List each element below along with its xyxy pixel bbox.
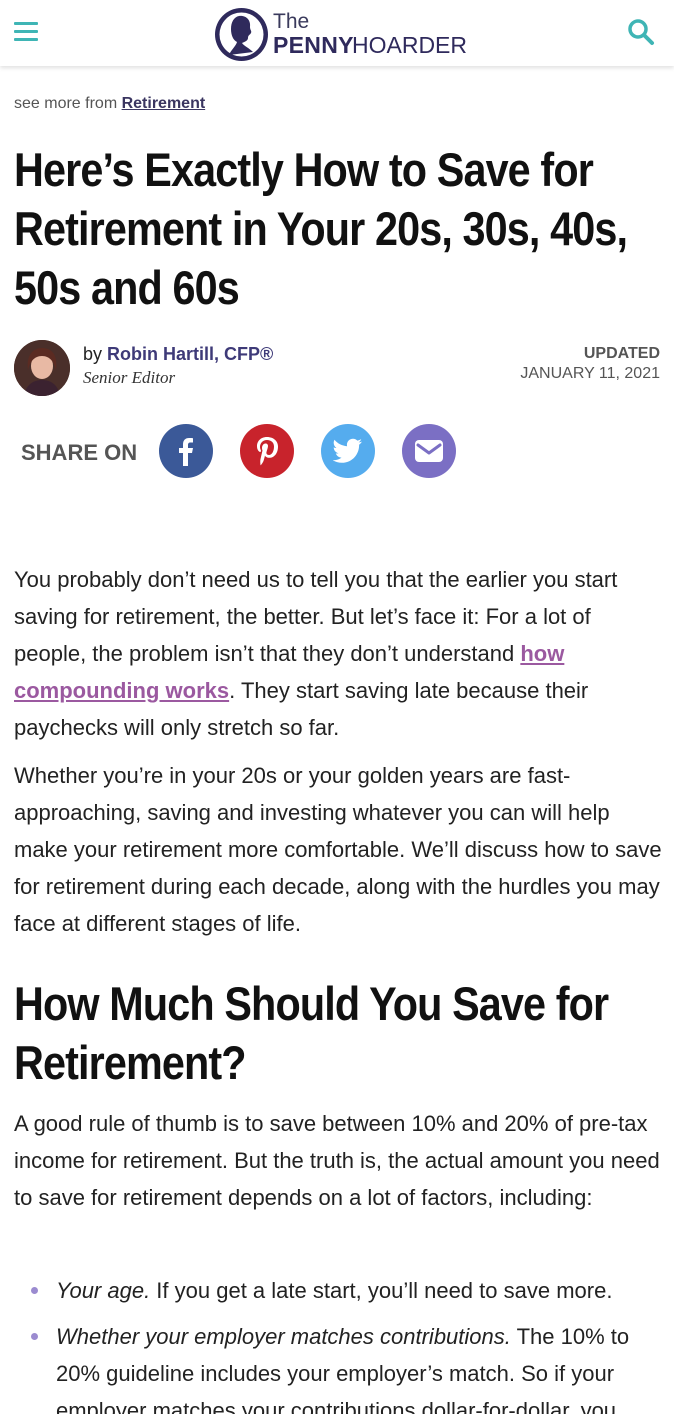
paragraph-rule-of-thumb: A good rule of thumb is to save between … — [14, 1111, 660, 1210]
facebook-share-button[interactable] — [159, 424, 213, 478]
author-block: by Robin Hartill, CFP® Senior Editor UPD… — [14, 340, 660, 398]
logo-text-the: The — [273, 10, 310, 33]
list-item-lead: Your age. — [56, 1278, 151, 1303]
paragraph-intro: You probably don’t need us to tell you t… — [14, 561, 664, 746]
hamburger-menu-icon[interactable] — [14, 22, 38, 42]
twitter-share-button[interactable] — [321, 424, 375, 478]
list-item: Whether your employer matches contributi… — [14, 1318, 654, 1414]
section-heading: How Much Should You Save for Retirement? — [14, 977, 609, 1089]
site-logo[interactable]: The PENNY HOARDER — [215, 6, 468, 62]
email-icon — [415, 440, 443, 462]
search-icon[interactable] — [626, 17, 656, 47]
share-label: SHARE ON — [21, 440, 138, 465]
email-share-button[interactable] — [402, 424, 456, 478]
breadcrumb-prefix: see more from — [14, 95, 118, 112]
logo-silhouette-icon — [215, 8, 268, 61]
twitter-icon — [333, 438, 362, 463]
list-item: Your age. If you get a late start, you’l… — [14, 1272, 654, 1309]
share-bar: SHARE ON — [21, 424, 481, 480]
breadcrumb: see more from Retirement — [14, 95, 205, 113]
updated-date: JANUARY 11, 2021 — [520, 365, 660, 382]
updated-info: UPDATED JANUARY 11, 2021 — [520, 345, 660, 383]
author-byline: by Robin Hartill, CFP® — [83, 344, 273, 365]
list-item-lead: Whether your employer matches contributi… — [56, 1324, 511, 1349]
logo-text-hoarder: HOARDER — [352, 32, 468, 58]
updated-label: UPDATED — [583, 345, 660, 362]
pinterest-icon — [257, 437, 278, 466]
article-title: Here’s Exactly How to Save for Retiremen… — [14, 143, 628, 314]
pinterest-share-button[interactable] — [240, 424, 294, 478]
facebook-icon — [179, 438, 193, 466]
paragraph-decades: Whether you’re in your 20s or your golde… — [14, 763, 662, 936]
breadcrumb-link-retirement[interactable]: Retirement — [122, 95, 206, 112]
logo-text-penny: PENNY — [273, 32, 354, 58]
author-avatar[interactable] — [14, 340, 70, 396]
author-role: Senior Editor — [83, 368, 176, 387]
list-item-text: If you get a late start, you’ll need to … — [150, 1278, 613, 1303]
factors-list: Your age. If you get a late start, you’l… — [14, 1272, 654, 1414]
author-name-link[interactable]: Robin Hartill, CFP® — [107, 344, 273, 364]
author-prefix: by — [83, 344, 103, 364]
site-header: The PENNY HOARDER — [0, 0, 674, 66]
